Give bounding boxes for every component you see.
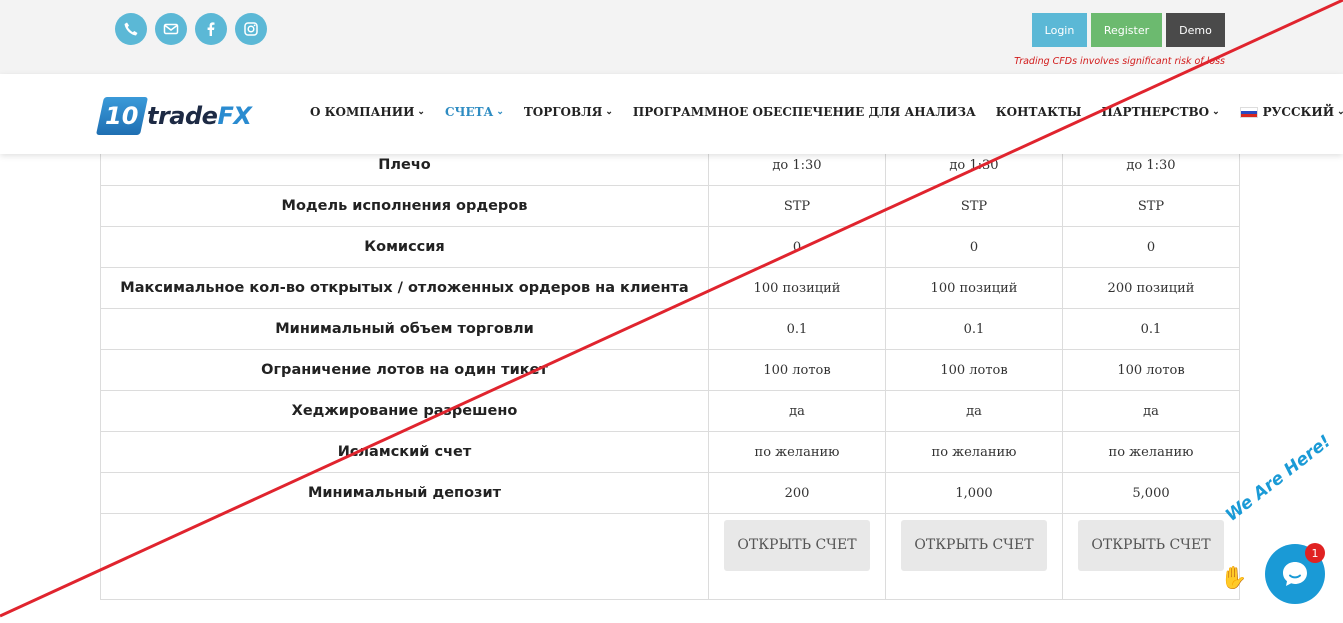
row-label: Хеджирование разрешено [100,390,709,432]
nav-item-1[interactable]: СЧЕТА ⌄ [445,105,504,119]
risk-warning: Trading CFDs involves significant risk o… [1014,56,1225,67]
chat-bubble-icon [1283,562,1307,586]
row-value: 100 позиций [708,267,886,309]
row-value: 0.1 [708,308,886,350]
row-label: Ограничение лотов на один тикет [100,349,709,391]
main-nav: О КОМПАНИИ ⌄ СЧЕТА ⌄ ТОРГОВЛЯ ⌄ ПРОГРАММНОЕ ОБ… [310,105,1343,119]
phone-icon[interactable] [115,13,147,45]
mail-icon[interactable] [155,13,187,45]
main-header: 10 tradeFX О КОМПАНИИ ⌄ СЧЕТА ⌄ ТОРГОВЛЯ ⌄ ПРО… [0,74,1343,154]
row-value: 100 лотов [885,349,1063,391]
nav-item-label: СЧЕТА [444,105,494,119]
nav-item-label: ПАРТНЕРСТВО [1101,105,1210,119]
nav-item-3[interactable]: ПРОГРАММНОЕ ОБЕСПЕЧЕНИЕ ДЛЯ АНАЛИЗА [633,105,976,119]
row-value: 0.1 [1062,308,1240,350]
logo-badge: 10 [95,97,149,135]
nav-item-label: КОНТАКТЫ [995,105,1082,119]
row-value: по желанию [708,431,886,473]
table-row: Максимальное кол-во открытых / отложенны… [100,267,1240,309]
demo-button[interactable]: Demo [1166,13,1225,47]
row-label: Модель исполнения ордеров [100,185,709,227]
action-cell: ОТКРЫТЬ СЧЕТ [1062,513,1240,600]
row-value: STP [885,185,1063,227]
top-bar: Login Register Demo Trading CFDs involve… [0,0,1343,74]
register-button[interactable]: Register [1091,13,1162,47]
russian-flag-icon [1239,106,1258,118]
table-row: Ограничение лотов на один тикет 100 лотов… [100,349,1240,391]
action-cell: ОТКРЫТЬ СЧЕТ [885,513,1063,600]
action-cell: ОТКРЫТЬ СЧЕТ [708,513,886,600]
row-label: Минимальный депозит [100,472,709,514]
row-value: 0 [885,226,1063,268]
row-value: 100 лотов [1062,349,1240,391]
nav-item-label: РУССКИЙ [1262,105,1335,119]
nav-item-label: ПРОГРАММНОЕ ОБЕСПЕЧЕНИЕ ДЛЯ АНАЛИЗА [632,105,976,119]
open-account-button[interactable]: ОТКРЫТЬ СЧЕТ [1078,520,1224,571]
chat-unread-badge: 1 [1305,543,1325,563]
nav-item-label: ТОРГОВЛЯ [523,105,603,119]
table-row: Комиссия 0 0 0 [100,226,1240,268]
nav-item-5[interactable]: ПАРТНЕРСТВО ⌄ [1101,105,1219,119]
logo-text: tradeFX [147,102,252,130]
row-value: 1,000 [885,472,1063,514]
nav-item-4[interactable]: КОНТАКТЫ [996,105,1082,119]
site-logo[interactable]: 10 tradeFX [95,96,252,136]
login-button[interactable]: Login [1032,13,1087,47]
row-value: 0 [708,226,886,268]
waving-hand-icon: ✋ [1220,566,1248,591]
row-value: да [708,390,886,432]
table-row-actions: ОТКРЫТЬ СЧЕТ ОТКРЫТЬ СЧЕТ ОТКРЫТЬ СЧЕТ [100,513,1240,600]
row-value: да [1062,390,1240,432]
row-label: Комиссия [100,226,709,268]
chevron-down-icon: ⌄ [1337,107,1343,117]
nav-item-0[interactable]: О КОМПАНИИ ⌄ [310,105,425,119]
chevron-down-icon: ⌄ [417,107,425,117]
instagram-icon[interactable] [235,13,267,45]
row-value: STP [1062,185,1240,227]
row-label: Минимальный объем торговли [100,308,709,350]
row-value: 200 [708,472,886,514]
row-value: по желанию [885,431,1063,473]
row-value: 0.1 [885,308,1063,350]
table-row: Исламский счет по желанию по желанию по жел… [100,431,1240,473]
row-label: Исламский счет [100,431,709,473]
row-value: 100 позиций [885,267,1063,309]
table-row: Хеджирование разрешено да да да [100,390,1240,432]
row-value: 100 лотов [708,349,886,391]
row-value: 0 [1062,226,1240,268]
chevron-down-icon: ⌄ [1212,107,1220,117]
table-row: Модель исполнения ордеров STP STP STP [100,185,1240,227]
facebook-icon[interactable] [195,13,227,45]
nav-item-label: О КОМПАНИИ [310,105,415,119]
row-value: STP [708,185,886,227]
open-account-button[interactable]: ОТКРЫТЬ СЧЕТ [901,520,1047,571]
row-label: Максимальное кол-во открытых / отложенны… [100,267,709,309]
nav-item-2[interactable]: ТОРГОВЛЯ ⌄ [524,105,613,119]
row-value: 5,000 [1062,472,1240,514]
table-row: Минимальный объем торговли 0.1 0.1 0.1 [100,308,1240,350]
open-account-button[interactable]: ОТКРЫТЬ СЧЕТ [724,520,870,571]
nav-item-6[interactable]: РУССКИЙ ⌄ [1239,105,1343,119]
row-value: да [885,390,1063,432]
row-value: 200 позиций [1062,267,1240,309]
empty-cell [100,513,709,600]
chevron-down-icon: ⌄ [496,107,504,117]
account-comparison-table: Плечо до 1:30 до 1:30 до 1:30 Модель исполне… [100,144,1240,600]
row-value: по желанию [1062,431,1240,473]
chevron-down-icon: ⌄ [605,107,613,117]
table-row: Минимальный депозит 200 1,000 5,000 [100,472,1240,514]
